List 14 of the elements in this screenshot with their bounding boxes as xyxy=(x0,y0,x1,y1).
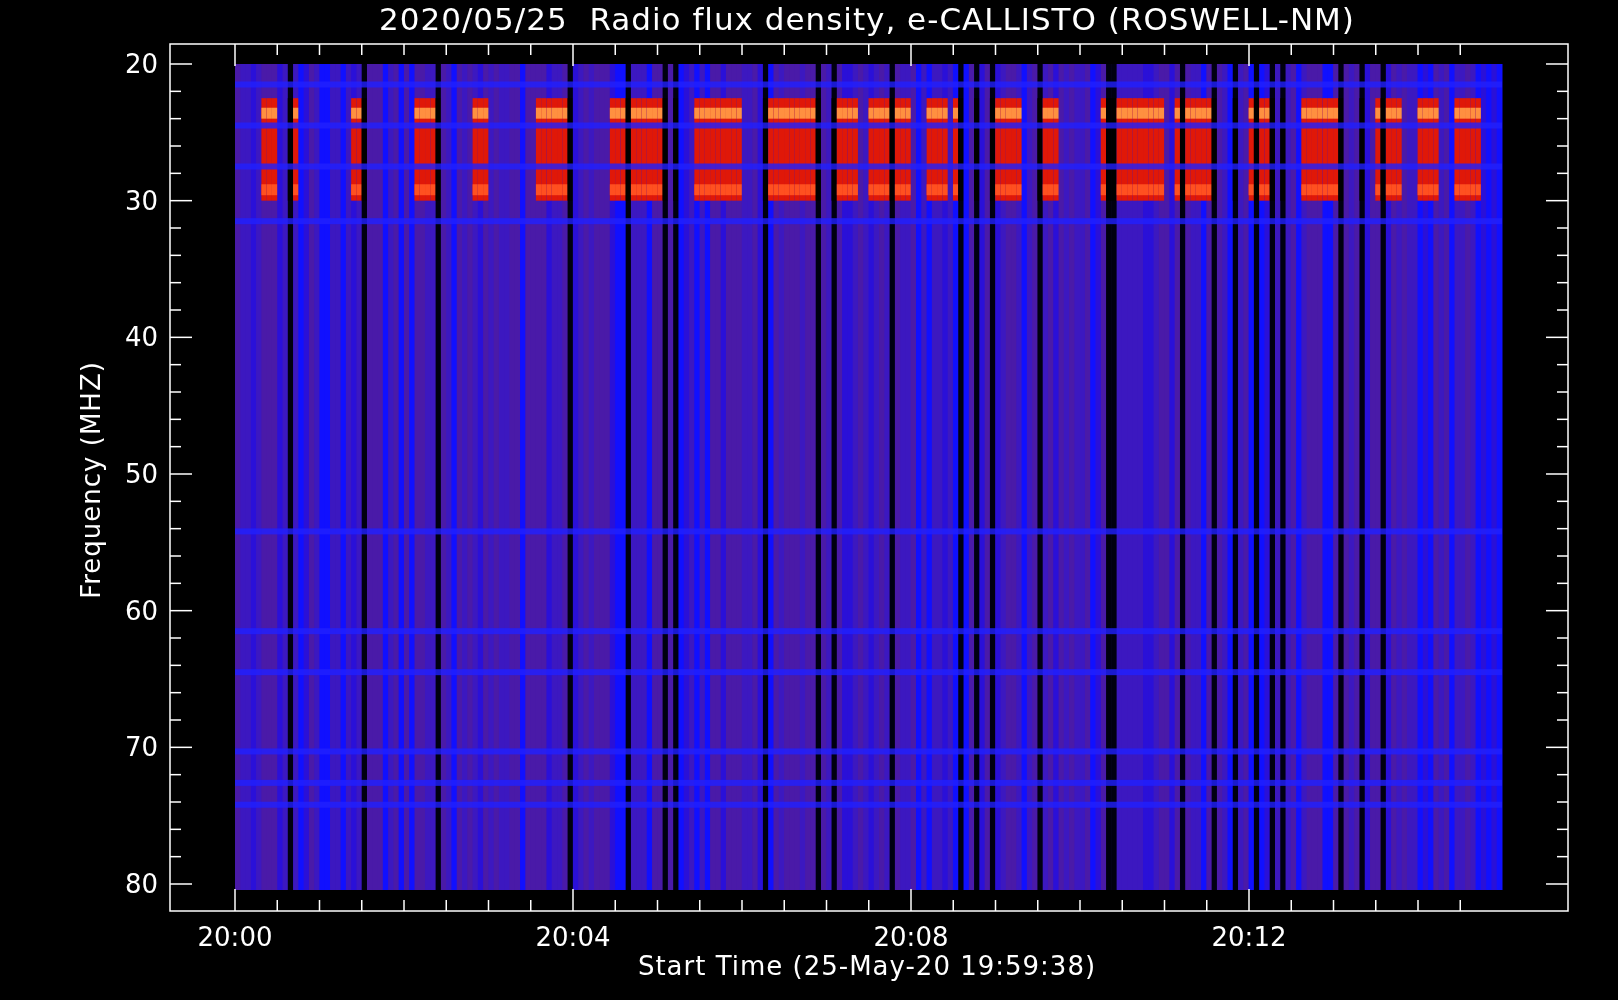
x-tick-label: 20:04 xyxy=(535,922,611,952)
y-tick-label: 50 xyxy=(124,459,158,489)
y-tick-label: 40 xyxy=(124,322,158,353)
y-tick-label: 60 xyxy=(124,595,158,626)
y-axis-label: Frequency (MHZ) xyxy=(76,361,106,599)
y-tick-label: 70 xyxy=(124,732,158,763)
y-tick-label: 30 xyxy=(124,185,158,216)
y-tick-label: 20 xyxy=(124,49,158,79)
x-tick-label: 20:00 xyxy=(197,922,273,952)
x-tick-label: 20:08 xyxy=(873,922,949,952)
x-tick-label: 20:12 xyxy=(1211,922,1287,952)
y-tick-label: 80 xyxy=(124,869,158,899)
plot-title: 2020/05/25 Radio flux density, e-CALLISTO (ROSWELL-NM) xyxy=(379,1,1355,37)
x-axis-label: Start Time (25-May-20 19:59:38) xyxy=(637,951,1097,981)
